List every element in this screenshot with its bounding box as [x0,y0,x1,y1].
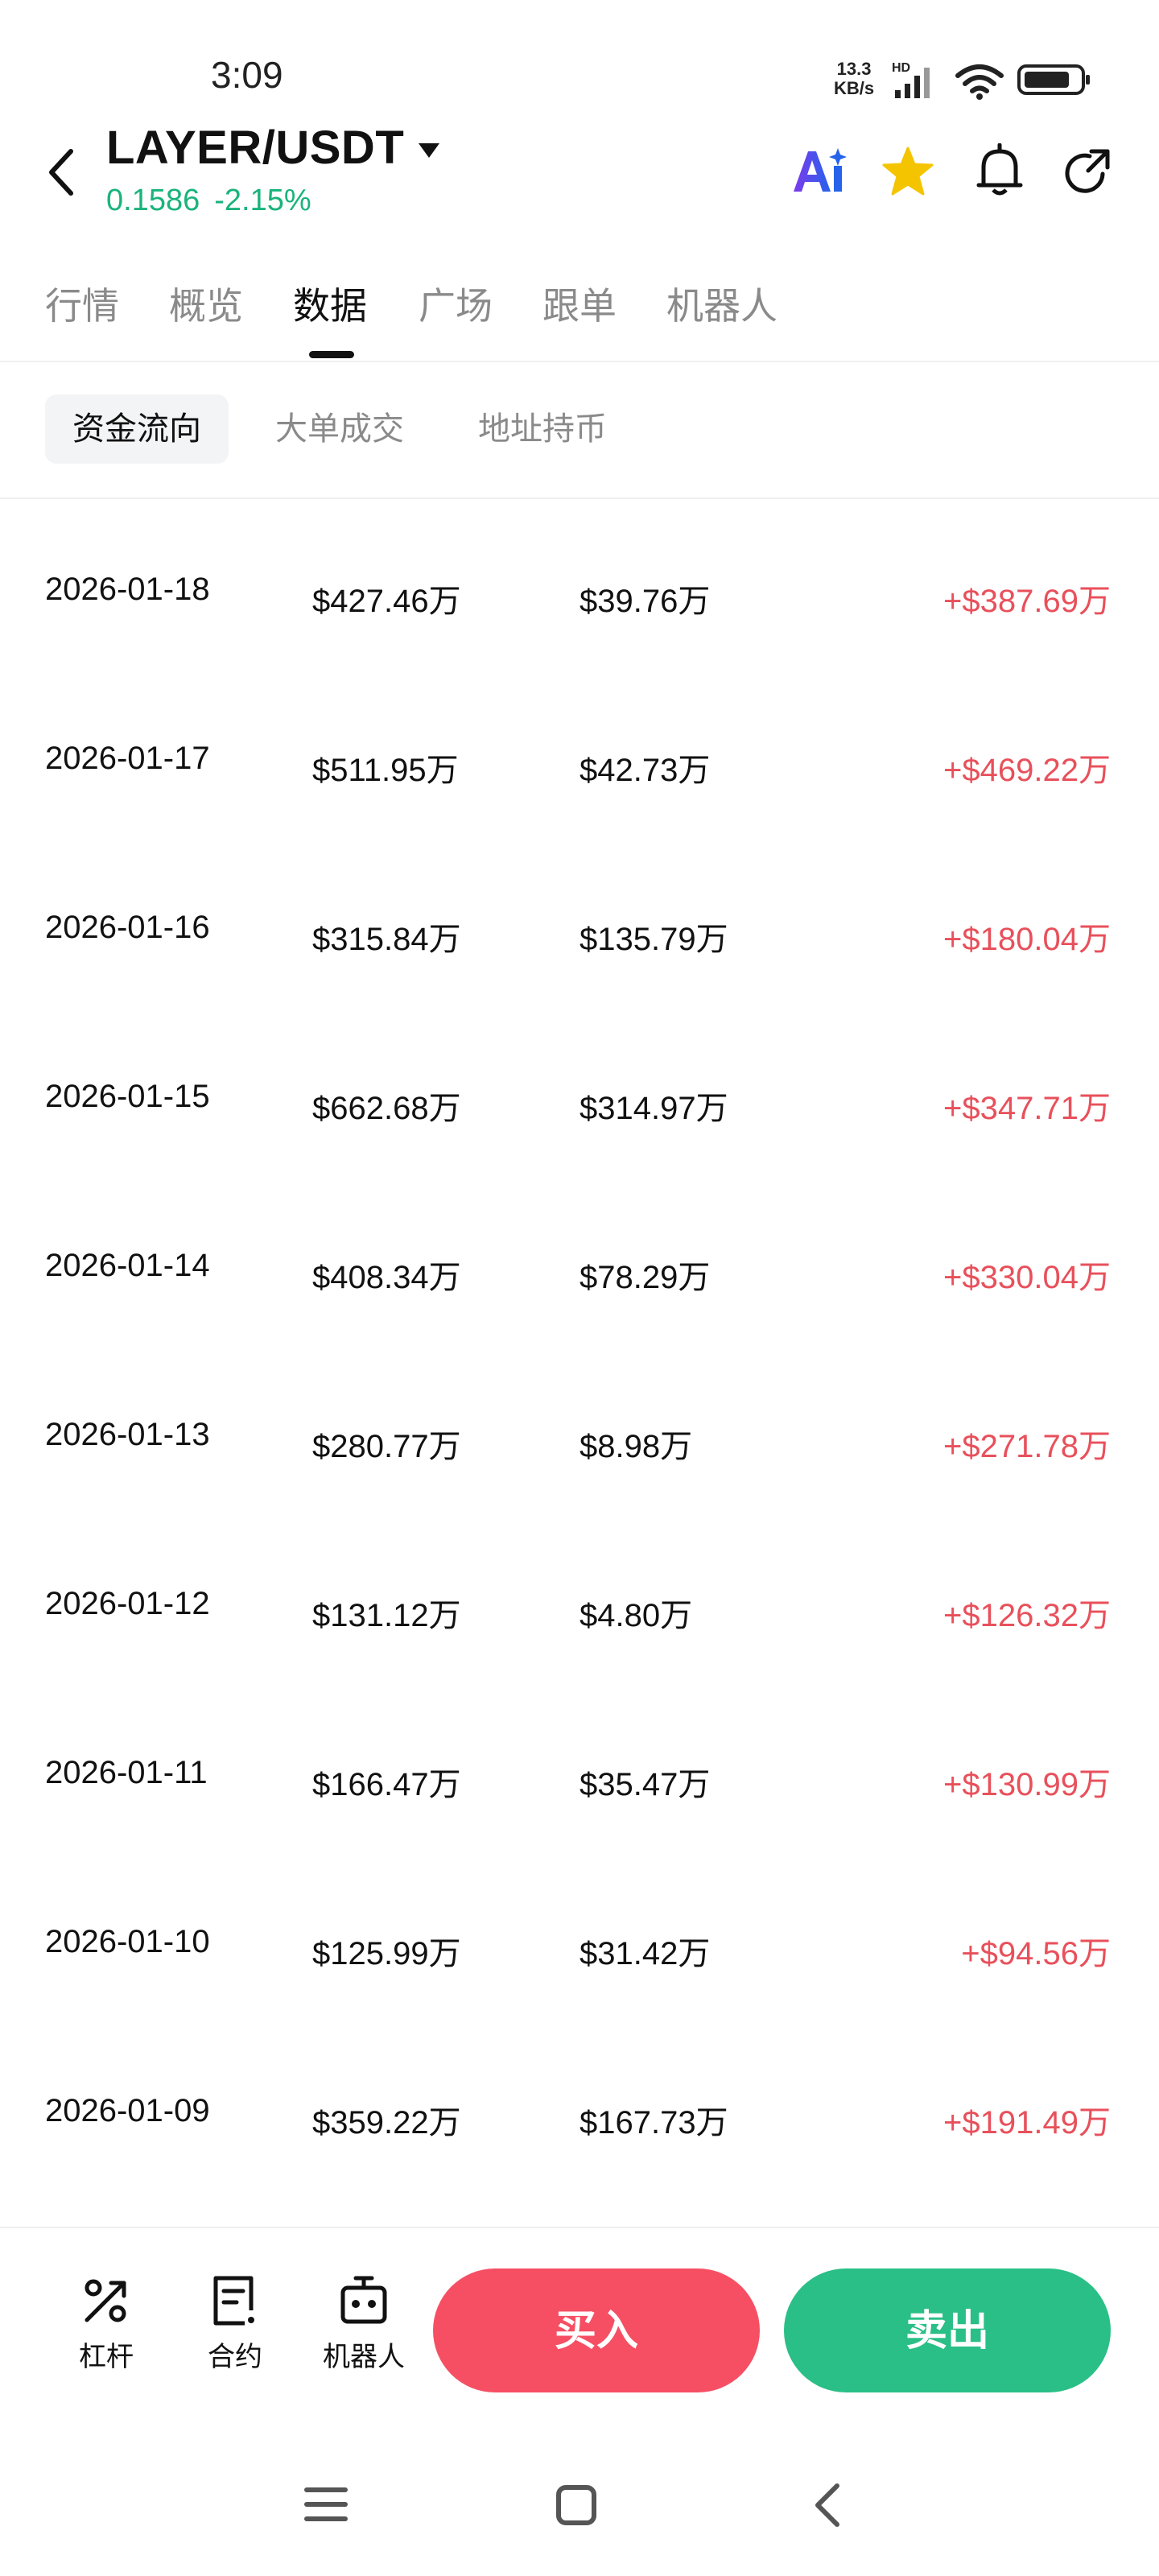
active-tab-indicator [309,351,354,358]
row-date: 2026-01-12 [45,1586,210,1621]
robot-label: 机器人 [323,2342,405,2372]
leverage-label: 杠杆 [79,2342,134,2372]
row-inflow: $359.22万 [312,2105,461,2140]
contract-label: 合约 [208,2342,262,2372]
table-row: 2026-01-14 $408.34万 $78.29万 +$330.04万 [0,1248,1159,1418]
row-outflow: $135.79万 [580,922,728,957]
row-inflow: $280.77万 [312,1429,461,1464]
row-net-flow: +$387.69万 [943,584,1111,619]
row-outflow: $35.47万 [580,1767,711,1802]
row-net-flow: +$126.32万 [943,1598,1111,1633]
network-speed-value: 13.3 [836,59,872,79]
row-net-flow: +$130.99万 [943,1767,1111,1802]
row-inflow: $408.34万 [312,1260,461,1295]
robot-icon [340,2276,387,2324]
sell-button[interactable]: 卖出 [784,2268,1111,2392]
row-date: 2026-01-10 [45,1924,210,1959]
row-inflow: $315.84万 [312,922,461,957]
subtab-large-orders[interactable]: 大单成交 [248,394,431,464]
row-date: 2026-01-11 [45,1755,208,1790]
dropdown-caret-icon[interactable] [417,142,441,159]
row-outflow: $39.76万 [580,584,711,619]
row-inflow: $125.99万 [312,1936,461,1971]
row-net-flow: +$180.04万 [943,922,1111,957]
contract-icon [213,2276,254,2326]
home-icon[interactable] [555,2484,597,2526]
row-outflow: $4.80万 [580,1598,693,1633]
row-net-flow: +$347.71万 [943,1091,1111,1126]
price-row: 0.1586 -2.15% [106,184,311,218]
row-inflow: $511.95万 [312,753,459,788]
row-date: 2026-01-16 [45,910,210,945]
trading-pair-title[interactable]: LAYER/USDT [106,121,404,175]
row-outflow: $8.98万 [580,1429,693,1464]
table-row: 2026-01-11 $166.47万 $35.47万 +$130.99万 [0,1755,1159,1926]
price-change: -2.15% [214,184,311,217]
star-icon[interactable] [881,145,935,198]
leverage-icon [85,2279,126,2322]
row-outflow: $78.29万 [580,1260,711,1295]
back-nav-icon[interactable] [811,2481,843,2529]
row-net-flow: +$330.04万 [943,1260,1111,1295]
table-row: 2026-01-13 $280.77万 $8.98万 +$271.78万 [0,1417,1159,1587]
network-speed: 13.3 KB/s [834,60,874,98]
table-row: 2026-01-12 $131.12万 $4.80万 +$126.32万 [0,1586,1159,1757]
table-row: 2026-01-18 $427.46万 $39.76万 +$387.69万 [0,572,1159,742]
row-inflow: $427.46万 [312,584,461,619]
row-outflow: $42.73万 [580,753,711,788]
bottom-bar-divider [0,2227,1159,2228]
tab-overview[interactable]: 概览 [169,277,243,330]
table-row: 2026-01-15 $662.68万 $314.97万 +$347.71万 [0,1079,1159,1249]
back-icon[interactable] [45,147,77,198]
row-net-flow: +$94.56万 [961,1936,1111,1971]
row-outflow: $314.97万 [580,1091,728,1126]
subtabs-divider [0,497,1159,499]
wifi-icon [955,64,1004,100]
row-date: 2026-01-09 [45,2093,210,2128]
leverage-button[interactable]: 杠杆 [58,2275,155,2374]
table-row: 2026-01-17 $511.95万 $42.73万 +$469.22万 [0,741,1159,911]
row-inflow: $166.47万 [312,1767,461,1802]
status-time: 3:09 [211,54,283,96]
row-outflow: $167.73万 [580,2105,728,2140]
bell-icon[interactable] [975,143,1024,198]
row-date: 2026-01-13 [45,1417,210,1452]
tab-square[interactable]: 广场 [419,277,493,330]
signal-icon [895,68,930,98]
network-speed-unit: KB/s [834,78,875,98]
tabs-divider [0,361,1159,362]
row-date: 2026-01-14 [45,1248,210,1283]
table-row: 2026-01-16 $315.84万 $135.79万 +$180.04万 [0,910,1159,1080]
tab-copy-trade[interactable]: 跟单 [542,277,617,330]
row-inflow: $131.12万 [312,1598,461,1633]
table-row: 2026-01-09 $359.22万 $167.73万 +$191.49万 [0,2093,1159,2264]
tab-data[interactable]: 数据 [293,277,367,330]
menu-icon[interactable] [304,2486,348,2523]
last-price: 0.1586 [106,184,200,217]
table-row: 2026-01-10 $125.99万 $31.42万 +$94.56万 [0,1924,1159,2095]
share-icon[interactable] [1062,147,1112,196]
row-net-flow: +$191.49万 [943,2105,1111,2140]
robot-button[interactable]: 机器人 [316,2275,412,2374]
row-outflow: $31.42万 [580,1936,711,1971]
subtab-fund-flow[interactable]: 资金流向 [45,394,229,464]
contract-button[interactable]: 合约 [187,2275,283,2374]
row-net-flow: +$271.78万 [943,1429,1111,1464]
row-date: 2026-01-18 [45,572,210,607]
row-inflow: $662.68万 [312,1091,461,1126]
row-date: 2026-01-17 [45,741,210,776]
row-net-flow: +$469.22万 [943,753,1111,788]
subtab-address-holdings[interactable]: 地址持币 [451,394,634,464]
tab-bot[interactable]: 机器人 [666,277,777,330]
battery-icon [1017,64,1090,95]
buy-button[interactable]: 买入 [433,2268,760,2392]
ai-icon[interactable] [792,147,848,195]
tab-market[interactable]: 行情 [45,277,119,330]
row-date: 2026-01-15 [45,1079,210,1114]
